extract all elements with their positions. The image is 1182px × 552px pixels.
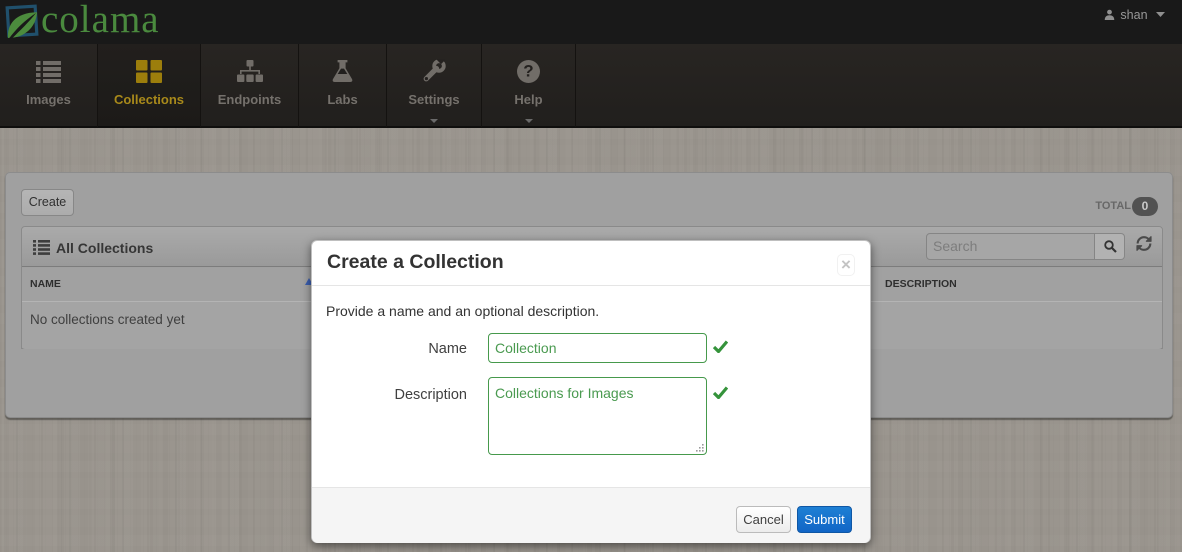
svg-text:?: ? [523,61,533,80]
